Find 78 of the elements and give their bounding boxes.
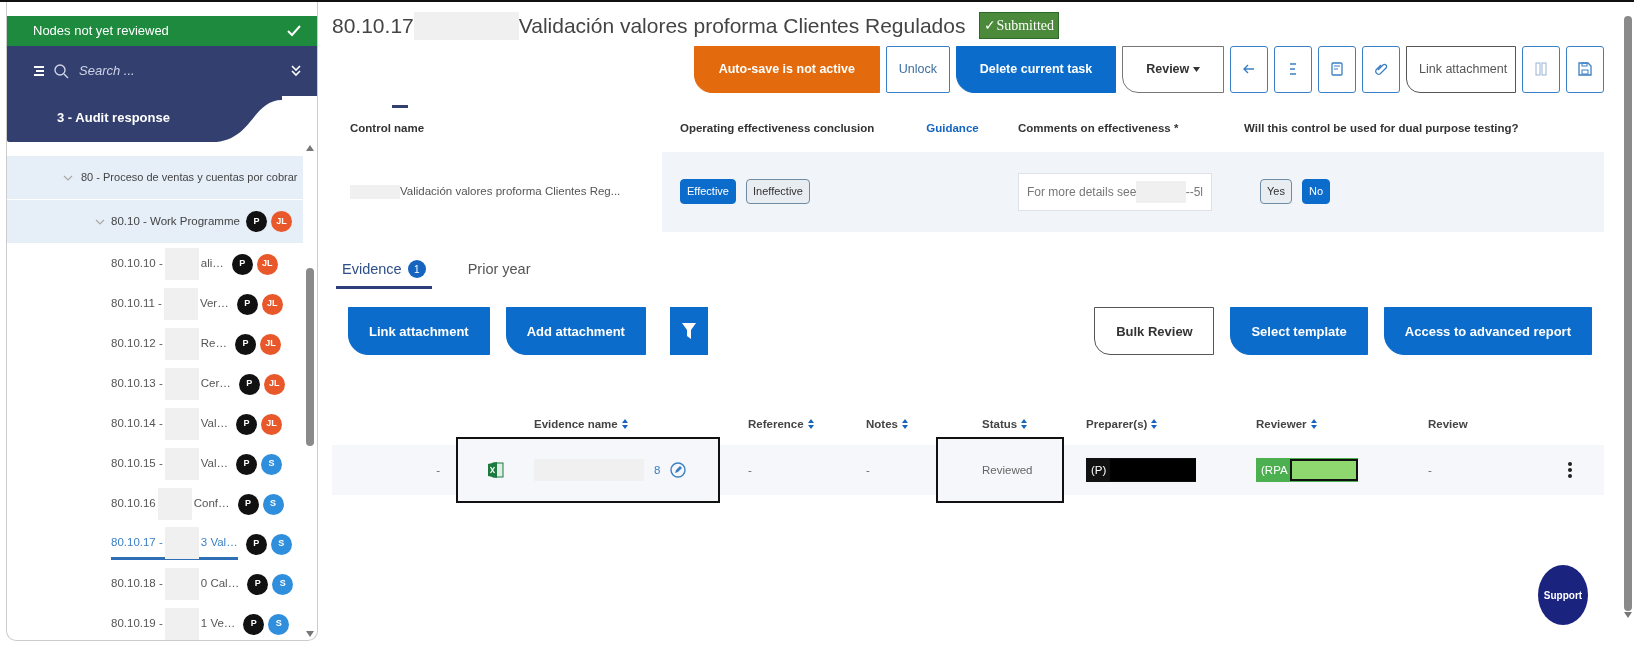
count-badge: 1 [407, 260, 426, 279]
avatar-badge: P [245, 211, 267, 232]
table-cell-text: - [436, 462, 440, 478]
status-badge: ✓Submitted [979, 12, 1059, 40]
column-header: Review [1428, 416, 1468, 432]
link-attachment-button[interactable]: Link attachment [1406, 45, 1516, 93]
tree-item[interactable]: 80.10.18 - 0 Cal… [111, 568, 240, 600]
control-name: Validación valores proforma Clientes Reg... [350, 182, 621, 201]
table-cell-text: - [866, 462, 870, 478]
column-header[interactable]: Preparer(s) [1086, 415, 1148, 433]
search-field[interactable]: Search ... [77, 60, 283, 82]
avatar-badge: JL [263, 373, 285, 395]
column-header: Control name [349, 120, 426, 136]
guidance-link[interactable]: Guidance [926, 121, 979, 134]
tree-item[interactable]: 80.10.11 - Ver… [111, 288, 229, 320]
avatar-badge: P [235, 333, 256, 355]
table-cell-text: - [748, 462, 752, 478]
column-header[interactable]: Notes [866, 415, 898, 433]
bulk-review-button[interactable]: Bulk Review [1094, 307, 1215, 356]
action-button[interactable]: Select template [1230, 307, 1368, 356]
table-cell-text: - [1428, 462, 1432, 478]
avatar-badge: S [268, 613, 290, 635]
avatar-badge: JL [260, 333, 281, 355]
tree-item[interactable]: 80.10.14 - Val… [111, 408, 229, 440]
column-header[interactable]: Evidence name [534, 415, 618, 433]
action-button[interactable]: Access to advanced report [1383, 307, 1592, 356]
tree-item[interactable]: 80.10.12 - Re… [111, 328, 227, 360]
action-button[interactable]: Add attachment [505, 307, 646, 356]
delete-task-button[interactable]: Delete current task [956, 45, 1116, 93]
tree-item[interactable]: 80.10.19 - 1 Ve… [111, 608, 236, 640]
filter-bar[interactable]: Nodes not yet reviewed [7, 16, 317, 46]
column-header: Comments on effectiveness * [1017, 120, 1180, 136]
tree-node[interactable]: 80.10 - Work Programme [111, 212, 240, 231]
column-header: Will this control be used for dual purpose testing? [1243, 120, 1520, 136]
column-header: Operating effectiveness conclusion [680, 121, 875, 134]
conclusion-option[interactable]: Effective [680, 179, 736, 204]
tab[interactable]: Prior year [461, 257, 537, 290]
avatar-badge: S [261, 453, 283, 475]
avatar-badge: P [231, 253, 253, 275]
avatar-badge: P [236, 413, 258, 435]
page-code: 80.10.17 [332, 13, 414, 39]
column-header[interactable]: Reference [748, 415, 804, 433]
tree-item[interactable]: 80.10.16 Conf… [111, 488, 230, 520]
avatar-badge: P [245, 533, 267, 555]
avatar-badge: S [270, 533, 292, 555]
column-header[interactable]: Reviewer [1256, 415, 1307, 433]
avatar-badge: JL [261, 413, 283, 435]
page-title: Validación valores proforma Clientes Regulados [518, 13, 966, 39]
action-button[interactable]: Link attachment [348, 307, 490, 356]
conclusion-option[interactable]: Ineffective [746, 179, 810, 204]
file-link[interactable]: 8 [654, 461, 661, 479]
unlock-button[interactable]: Unlock [885, 45, 950, 93]
reviewer-chip: (RPA [1256, 458, 1358, 483]
dual-purpose-option[interactable]: No [1301, 179, 1330, 204]
avatar-badge: S [272, 573, 294, 595]
filter-label: Nodes not yet reviewed [33, 22, 169, 41]
avatar-badge: P [236, 293, 258, 315]
avatar-badge: JL [256, 253, 278, 275]
support-button[interactable]: Support [1538, 565, 1588, 625]
dual-purpose-option[interactable]: Yes [1260, 179, 1292, 204]
tab[interactable]: Evidence 1 [336, 257, 432, 290]
comments-field[interactable]: For more details see --5l [1018, 172, 1212, 211]
avatar-badge: P [237, 493, 259, 515]
tree-item[interactable]: 80.10.13 - Cer… [111, 368, 231, 400]
review-dropdown[interactable]: Review [1122, 45, 1224, 93]
avatar-badge: P [247, 573, 269, 595]
avatar-badge: P [243, 613, 265, 635]
tree-item[interactable]: 80.10.17 - 3 Val… [111, 528, 238, 560]
tree-item[interactable]: 80.10.15 - Val… [111, 448, 229, 480]
column-header[interactable]: Status [982, 415, 1018, 433]
avatar-badge: P [236, 453, 258, 475]
avatar-badge: S [262, 493, 284, 515]
avatar-badge: JL [270, 211, 292, 232]
preparer-chip: (P) [1086, 458, 1197, 483]
tree-item[interactable]: 80.10.10 - ali… [111, 248, 224, 280]
avatar-badge: P [238, 373, 260, 395]
avatar-badge: JL [261, 293, 283, 315]
status-cell: Reviewed [936, 437, 1064, 504]
